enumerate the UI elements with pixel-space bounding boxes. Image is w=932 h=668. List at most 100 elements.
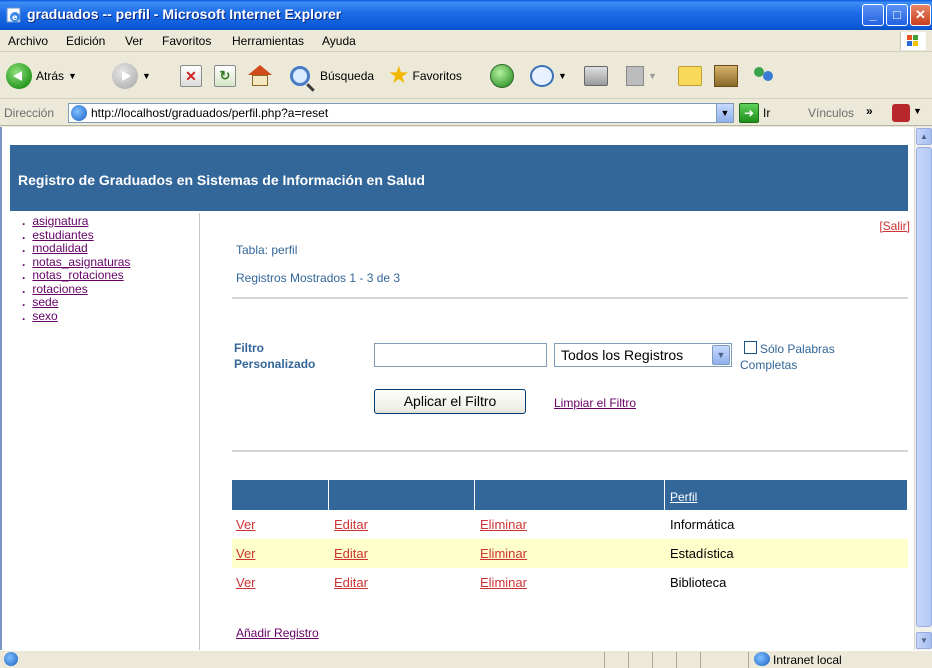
divider bbox=[232, 297, 908, 299]
vertical-scrollbar[interactable]: ▲ ▼ bbox=[914, 127, 932, 650]
print-button[interactable] bbox=[584, 61, 608, 91]
address-url: http://localhost/graduados/perfil.php?a=… bbox=[91, 106, 329, 120]
close-button[interactable]: ✕ bbox=[910, 4, 931, 26]
messenger-icon bbox=[752, 65, 776, 87]
filter-label: Filtro Personalizado bbox=[234, 340, 315, 372]
sidebar-item-sede[interactable]: . sede bbox=[22, 295, 130, 310]
perfil-value: Estadística bbox=[670, 546, 734, 561]
scroll-down-icon[interactable]: ▼ bbox=[916, 632, 932, 649]
filter-label-line2: Personalizado bbox=[234, 357, 316, 371]
sidebar-link[interactable]: asignatura bbox=[32, 214, 88, 228]
folder-icon bbox=[678, 66, 702, 86]
menu-ayuda[interactable]: Ayuda bbox=[322, 34, 356, 48]
menu-favoritos[interactable]: Favoritos bbox=[162, 34, 211, 48]
chevron-down-icon[interactable]: ▼ bbox=[716, 104, 733, 122]
links-label[interactable]: Vínculos bbox=[808, 106, 854, 120]
go-button[interactable]: ➜ Ir bbox=[739, 103, 770, 123]
scroll-up-icon[interactable]: ▲ bbox=[916, 128, 932, 145]
sidebar-item-notas-asignaturas[interactable]: . notas_asignaturas bbox=[22, 255, 130, 270]
bullet-icon: . bbox=[22, 214, 26, 228]
edit-link[interactable]: Editar bbox=[334, 546, 368, 561]
refresh-button[interactable]: ↻ bbox=[214, 61, 236, 91]
status-panel bbox=[700, 652, 701, 668]
bullet-icon: . bbox=[22, 227, 26, 242]
research-button[interactable] bbox=[714, 61, 738, 91]
logout-label[interactable]: [Salir] bbox=[879, 219, 910, 233]
go-label: Ir bbox=[763, 106, 771, 120]
favorites-button[interactable]: ★ Favoritos bbox=[388, 61, 462, 91]
maximize-button[interactable]: □ bbox=[886, 4, 908, 26]
browser-window: e graduados -- perfil - Microsoft Intern… bbox=[0, 0, 932, 668]
site-banner: Registro de Graduados en Sistemas de Inf… bbox=[10, 145, 908, 211]
forward-button[interactable]: ▼ bbox=[112, 61, 151, 91]
menu-edicion[interactable]: Edición bbox=[66, 34, 105, 48]
sidebar-item-sexo[interactable]: . sexo bbox=[22, 309, 130, 324]
whole-words-checkbox[interactable] bbox=[744, 341, 757, 354]
stop-button[interactable]: ✕ bbox=[180, 61, 202, 91]
view-link[interactable]: Ver bbox=[236, 517, 256, 532]
sidebar-item-modalidad[interactable]: . modalidad bbox=[22, 241, 130, 256]
menu-archivo[interactable]: Archivo bbox=[8, 34, 48, 48]
sidebar-link[interactable]: sede bbox=[32, 295, 58, 309]
apply-filter-button[interactable]: Aplicar el Filtro bbox=[374, 389, 526, 414]
filter-scope-select[interactable]: Todos los Registros ▼ bbox=[554, 343, 732, 367]
status-panel bbox=[628, 652, 629, 668]
security-zone: Intranet local bbox=[773, 653, 842, 667]
menu-ver[interactable]: Ver bbox=[125, 34, 143, 48]
chevron-right-icon[interactable]: » bbox=[866, 104, 873, 118]
status-panel bbox=[676, 652, 677, 668]
sidebar-link[interactable]: estudiantes bbox=[32, 228, 93, 242]
acrobat-icon[interactable] bbox=[892, 104, 910, 122]
delete-link[interactable]: Eliminar bbox=[480, 546, 527, 561]
bullet-icon: . bbox=[22, 281, 26, 296]
delete-link[interactable]: Eliminar bbox=[480, 517, 527, 532]
whole-words-label[interactable]: Sólo Palabras Completas bbox=[740, 341, 890, 373]
media-button[interactable] bbox=[490, 61, 514, 91]
clear-filter-link[interactable]: Limpiar el Filtro bbox=[554, 396, 636, 410]
delete-link[interactable]: Eliminar bbox=[480, 575, 527, 590]
scrollbar-thumb[interactable] bbox=[916, 147, 932, 627]
address-label: Dirección bbox=[4, 106, 55, 120]
home-icon bbox=[248, 65, 272, 87]
sidebar-link[interactable]: modalidad bbox=[32, 241, 87, 255]
chevron-down-icon[interactable]: ▼ bbox=[712, 345, 730, 365]
column-header-perfil[interactable]: Perfil bbox=[670, 490, 697, 504]
sidebar-link[interactable]: notas_rotaciones bbox=[32, 268, 123, 282]
title-bar[interactable]: e graduados -- perfil - Microsoft Intern… bbox=[0, 0, 932, 30]
status-panel bbox=[604, 652, 605, 668]
windows-logo-icon bbox=[900, 32, 926, 50]
chevron-down-icon[interactable]: ▼ bbox=[913, 106, 922, 116]
sidebar-link[interactable]: rotaciones bbox=[32, 282, 87, 296]
table-row: Ver Editar Eliminar Biblioteca bbox=[232, 568, 908, 597]
minimize-button[interactable]: _ bbox=[862, 4, 884, 26]
column-divider bbox=[664, 480, 665, 510]
whole-words-line1: Sólo Palabras bbox=[760, 342, 835, 356]
filter-input[interactable] bbox=[374, 343, 547, 367]
favorites-label: Favoritos bbox=[412, 69, 462, 83]
home-button[interactable] bbox=[248, 61, 272, 91]
edit-link[interactable]: Editar bbox=[334, 575, 368, 590]
mail-button[interactable]: ▼ bbox=[530, 61, 567, 91]
bullet-icon: . bbox=[22, 241, 26, 255]
add-record-link[interactable]: Añadir Registro bbox=[236, 626, 319, 640]
sidebar-link[interactable]: notas_asignaturas bbox=[32, 255, 130, 269]
logout-link[interactable]: [Salir] bbox=[879, 219, 910, 233]
view-link[interactable]: Ver bbox=[236, 575, 256, 590]
view-link[interactable]: Ver bbox=[236, 546, 256, 561]
folder-button[interactable] bbox=[678, 61, 702, 91]
edit-page-icon bbox=[626, 66, 644, 86]
sidebar-link[interactable]: sexo bbox=[32, 309, 57, 323]
menu-herramientas[interactable]: Herramientas bbox=[232, 34, 304, 48]
sidebar-item-notas-rotaciones[interactable]: . notas_rotaciones bbox=[22, 268, 130, 283]
address-input[interactable]: http://localhost/graduados/perfil.php?a=… bbox=[68, 103, 734, 123]
back-button[interactable]: Atrás ▼ bbox=[6, 61, 77, 91]
messenger-button[interactable] bbox=[752, 61, 776, 91]
filter-label-line1: Filtro bbox=[234, 341, 264, 355]
search-button[interactable]: Búsqueda bbox=[290, 61, 374, 91]
sidebar-item-asignatura[interactable]: . asignatura bbox=[22, 214, 130, 229]
sidebar-item-estudiantes[interactable]: . estudiantes bbox=[22, 227, 130, 243]
edit-link[interactable]: Editar bbox=[334, 517, 368, 532]
edit-button[interactable]: ▼ bbox=[626, 61, 657, 91]
sidebar-item-rotaciones[interactable]: . rotaciones bbox=[22, 281, 130, 297]
status-bar: Intranet local bbox=[0, 650, 932, 668]
